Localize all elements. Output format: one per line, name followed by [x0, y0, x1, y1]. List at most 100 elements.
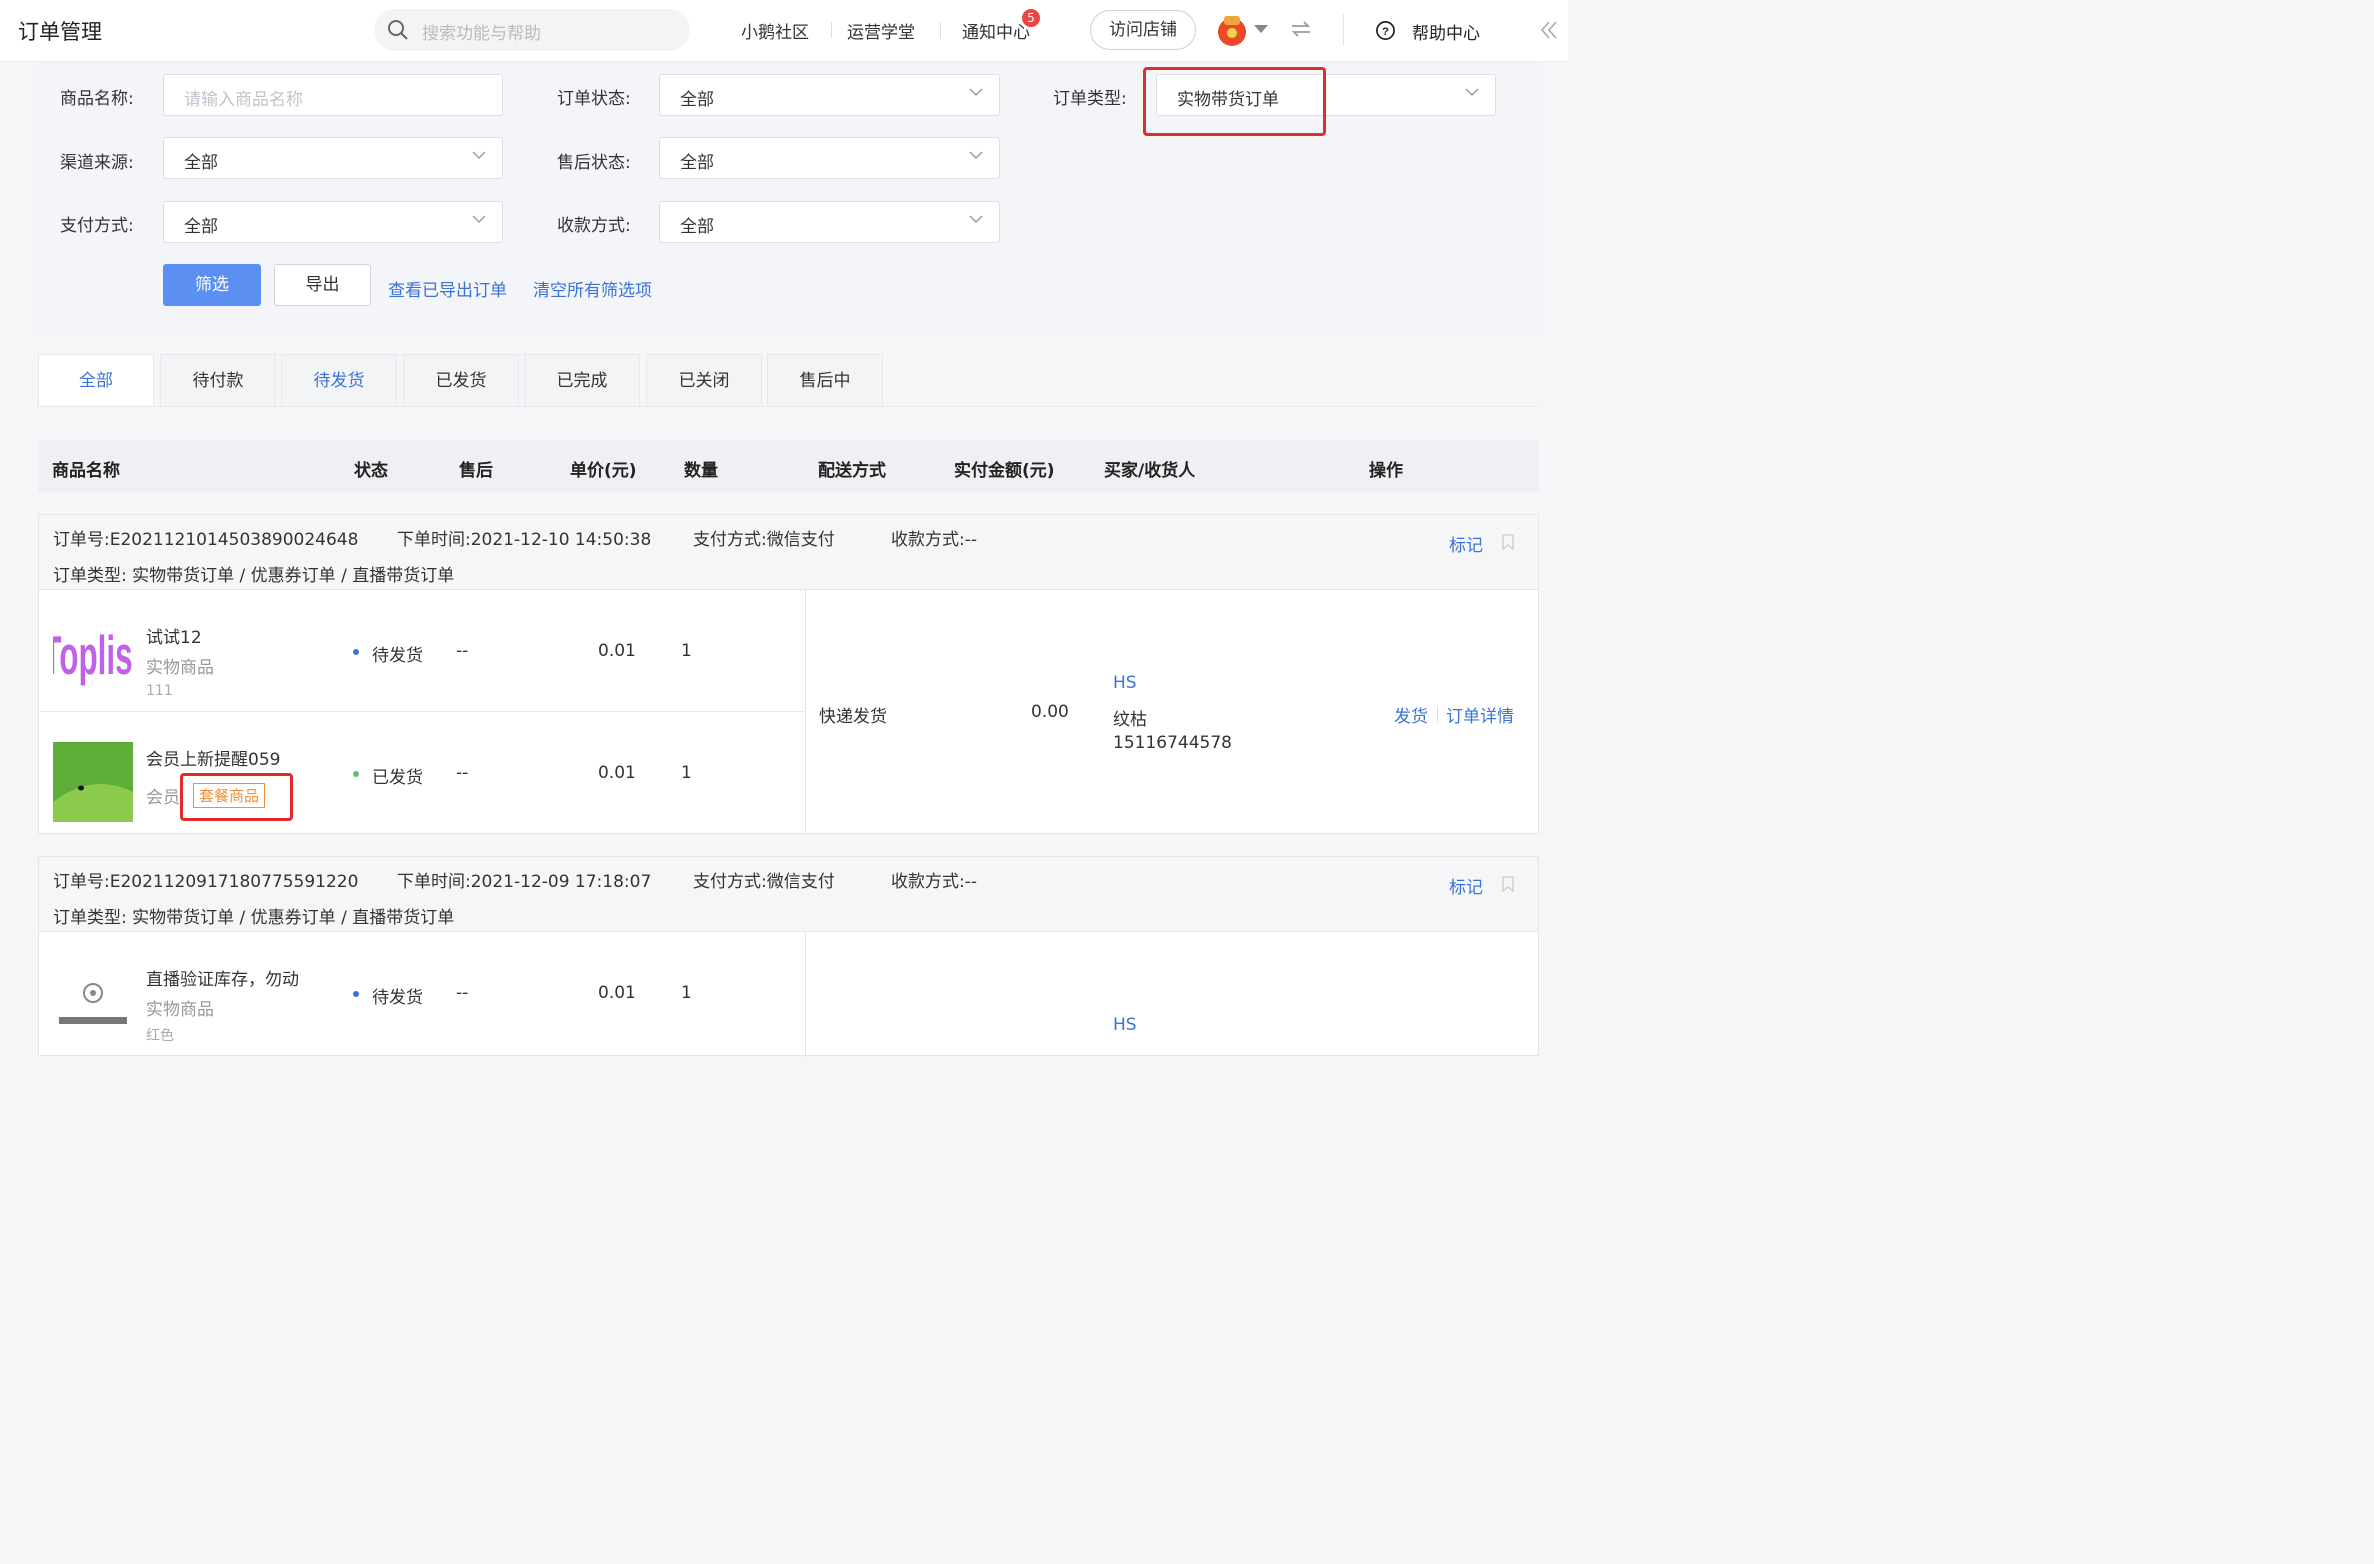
order-detail-link[interactable]: 订单详情	[1446, 702, 1514, 727]
receiver-phone: 15116744578	[1113, 733, 1232, 753]
tab-completed[interactable]: 已完成	[524, 354, 640, 406]
order-pay-method: 支付方式:微信支付	[693, 872, 835, 892]
product-name-input[interactable]: 请输入商品名称	[163, 74, 503, 116]
pay-method-select[interactable]: 全部	[163, 201, 503, 243]
pay-method-value: 全部	[184, 217, 218, 237]
collect-select[interactable]: 全部	[659, 201, 1000, 243]
order-number: 订单号:E20211209171807755912​20	[53, 872, 359, 892]
th-delivery: 配送方式	[818, 461, 886, 481]
visit-store-button[interactable]: 访问店铺	[1090, 10, 1196, 50]
swap-icon[interactable]	[1290, 18, 1312, 40]
order-pay-method: 支付方式:微信支付	[693, 530, 835, 550]
tab-closed[interactable]: 已关闭	[646, 354, 762, 406]
avatar[interactable]	[1216, 13, 1248, 47]
paid-amount: 0.00	[1031, 702, 1069, 722]
th-price: 单价(元)	[570, 461, 637, 481]
order-type: 订单类型: 实物带货订单 / 优惠券订单 / 直播带货订单	[53, 908, 455, 928]
buyer-name-link[interactable]: HS	[1113, 673, 1137, 693]
search-input[interactable]: 搜索功能与帮助	[422, 19, 541, 44]
nav-divider	[940, 22, 941, 38]
item-aftersale: --	[456, 983, 469, 1003]
th-qty: 数量	[684, 461, 718, 481]
ship-link[interactable]: 发货	[1394, 702, 1428, 727]
product-name[interactable]: 试试12	[146, 623, 202, 648]
order-time: 下单时间:2021-12-10 14:50:38	[397, 530, 652, 550]
item-status: 待发货	[372, 988, 423, 1008]
nav-notifications[interactable]: 通知中心	[962, 18, 1030, 43]
notification-badge: 5	[1022, 9, 1040, 27]
channel-select[interactable]: 全部	[163, 137, 503, 179]
bookmark-icon[interactable]	[1502, 534, 1514, 550]
order-status-label: 订单状态:	[557, 89, 631, 109]
th-status: 状态	[354, 461, 388, 481]
search-box[interactable]: 搜索功能与帮助	[374, 9, 690, 51]
product-name[interactable]: 直播验证库存，勿动	[146, 965, 299, 990]
product-thumbnail: Toplist	[53, 617, 133, 697]
pay-method-label: 支付方式:	[60, 216, 134, 236]
channel-label: 渠道来源:	[60, 153, 134, 173]
product-sku: 红色	[146, 1028, 174, 1044]
highlight-box	[1143, 67, 1326, 136]
product-name-placeholder: 请输入商品名称	[184, 90, 303, 110]
nav-academy[interactable]: 运营学堂	[847, 18, 915, 43]
chevron-down-icon[interactable]	[1254, 25, 1268, 33]
aftersale-select[interactable]: 全部	[659, 137, 1000, 179]
tab-all[interactable]: 全部	[38, 354, 154, 406]
item-aftersale: --	[456, 763, 469, 783]
item-price: 0.01	[598, 763, 636, 783]
product-thumbnail	[53, 959, 133, 1039]
row-divider	[39, 711, 805, 712]
help-icon[interactable]: ?	[1375, 20, 1396, 41]
nav-divider	[831, 22, 832, 38]
bookmark-icon[interactable]	[1502, 876, 1514, 892]
buyer-name-link[interactable]: HS	[1113, 1015, 1137, 1035]
export-button[interactable]: 导出	[274, 264, 371, 306]
tab-aftersale[interactable]: 售后中	[767, 354, 883, 406]
chevron-down-icon	[472, 215, 486, 223]
help-center-link[interactable]: 帮助中心	[1412, 19, 1480, 44]
th-buyer: 买家/收货人	[1104, 461, 1196, 481]
product-thumbnail	[53, 742, 133, 822]
item-qty: 1	[681, 641, 692, 661]
aftersale-value: 全部	[680, 153, 714, 173]
tab-pending-payment[interactable]: 待付款	[160, 354, 276, 406]
product-sku: 111	[146, 683, 173, 699]
order-card: 订单号:E20211209171807755912​20 下单时间:2021-1…	[38, 856, 1539, 1057]
search-icon	[388, 20, 408, 40]
mark-link[interactable]: 标记	[1449, 531, 1483, 556]
svg-text:?: ?	[1382, 26, 1389, 38]
th-product: 商品名称	[52, 461, 120, 481]
nav-community[interactable]: 小鹅社区	[741, 18, 809, 43]
column-divider	[805, 590, 806, 834]
mark-link[interactable]: 标记	[1449, 873, 1483, 898]
chevron-down-icon	[472, 151, 486, 159]
chevron-down-icon	[969, 151, 983, 159]
channel-value: 全部	[184, 153, 218, 173]
product-type: 实物商品	[146, 1000, 214, 1020]
order-time: 下单时间:2021-12-09 17:18:07	[397, 872, 652, 892]
product-name[interactable]: 会员上新提醒059	[146, 745, 280, 770]
order-header: 订单号:E20211210145038900246​48 下单时间:2021-1…	[39, 515, 1538, 590]
receiver-name: 纹枯	[1113, 710, 1147, 730]
collect-value: 全部	[680, 217, 714, 237]
aftersale-label: 售后状态:	[557, 153, 631, 173]
order-card: 订单号:E20211210145038900246​48 下单时间:2021-1…	[38, 514, 1539, 834]
item-price: 0.01	[598, 983, 636, 1003]
tab-shipped[interactable]: 已发货	[403, 354, 519, 406]
collapse-icon[interactable]	[1540, 20, 1558, 40]
clear-filters-link[interactable]: 清空所有筛选项	[533, 276, 652, 301]
chevron-down-icon	[1465, 88, 1479, 96]
item-qty: 1	[681, 763, 692, 783]
item-price: 0.01	[598, 641, 636, 661]
page-title: 订单管理	[18, 20, 102, 44]
order-collect: 收款方式:--	[891, 872, 977, 892]
chevron-down-icon	[969, 215, 983, 223]
order-status-select[interactable]: 全部	[659, 74, 1000, 116]
tab-pending-shipment[interactable]: 待发货	[281, 354, 397, 406]
status-dot	[353, 649, 359, 655]
view-exported-link[interactable]: 查看已导出订单	[388, 276, 507, 301]
product-type: 会员	[146, 788, 180, 808]
filter-button[interactable]: 筛选	[163, 264, 261, 306]
product-name-label: 商品名称:	[60, 89, 134, 109]
order-type-label: 订单类型:	[1053, 89, 1127, 109]
